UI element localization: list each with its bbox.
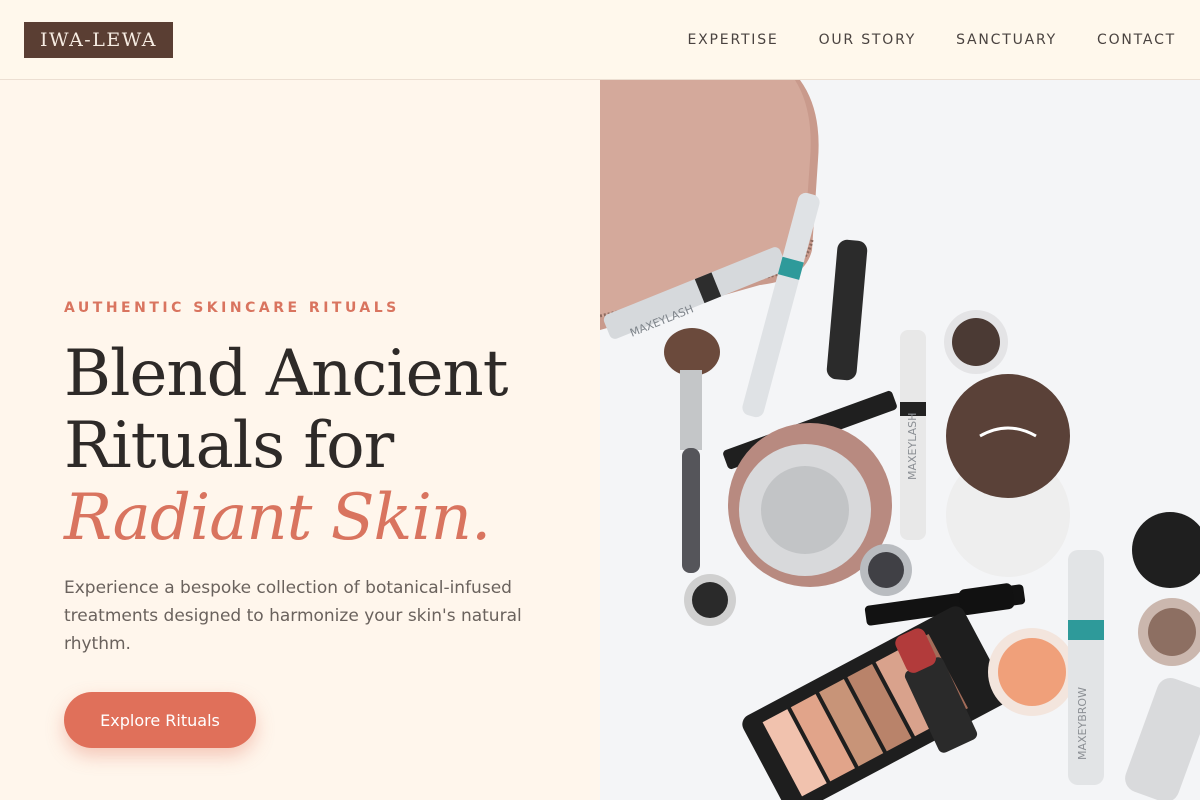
hero-image: MAXEYLASH MAXEYLASH MAXEYBROW <box>600 80 1200 800</box>
headline-line-2: Rituals for <box>64 409 394 483</box>
headline-accent: Radiant Skin. <box>64 481 491 555</box>
nav-link-our-story[interactable]: OUR STORY <box>819 32 917 48</box>
headline-line-1: Blend Ancient <box>64 337 508 411</box>
main-nav: EXPERTISE OUR STORY SANCTUARY CONTACT <box>688 32 1176 48</box>
hero-headline: Blend Ancient Rituals for Radiant Skin. <box>64 338 564 554</box>
hero-content: AUTHENTIC SKINCARE RITUALS Blend Ancient… <box>64 300 564 748</box>
hero-description: Experience a bespoke collection of botan… <box>64 578 522 654</box>
nav-link-contact[interactable]: CONTACT <box>1097 32 1176 48</box>
hero-eyebrow: AUTHENTIC SKINCARE RITUALS <box>64 300 400 316</box>
brand-logo[interactable]: IWA-LEWA <box>24 21 174 58</box>
site-header: IWA-LEWA EXPERTISE OUR STORY SANCTUARY C… <box>0 0 1200 80</box>
powder-jar-illustration <box>946 374 1070 577</box>
product-label-2: MAXEYLASH <box>906 413 919 480</box>
nav-link-expertise[interactable]: EXPERTISE <box>688 32 779 48</box>
nav-link-sanctuary[interactable]: SANCTUARY <box>956 32 1057 48</box>
product-label-3: MAXEYBROW <box>1076 687 1089 760</box>
makeup-flatlay-illustration: MAXEYLASH MAXEYLASH MAXEYBROW <box>600 80 1200 800</box>
explore-rituals-button[interactable]: Explore Rituals <box>64 692 256 748</box>
